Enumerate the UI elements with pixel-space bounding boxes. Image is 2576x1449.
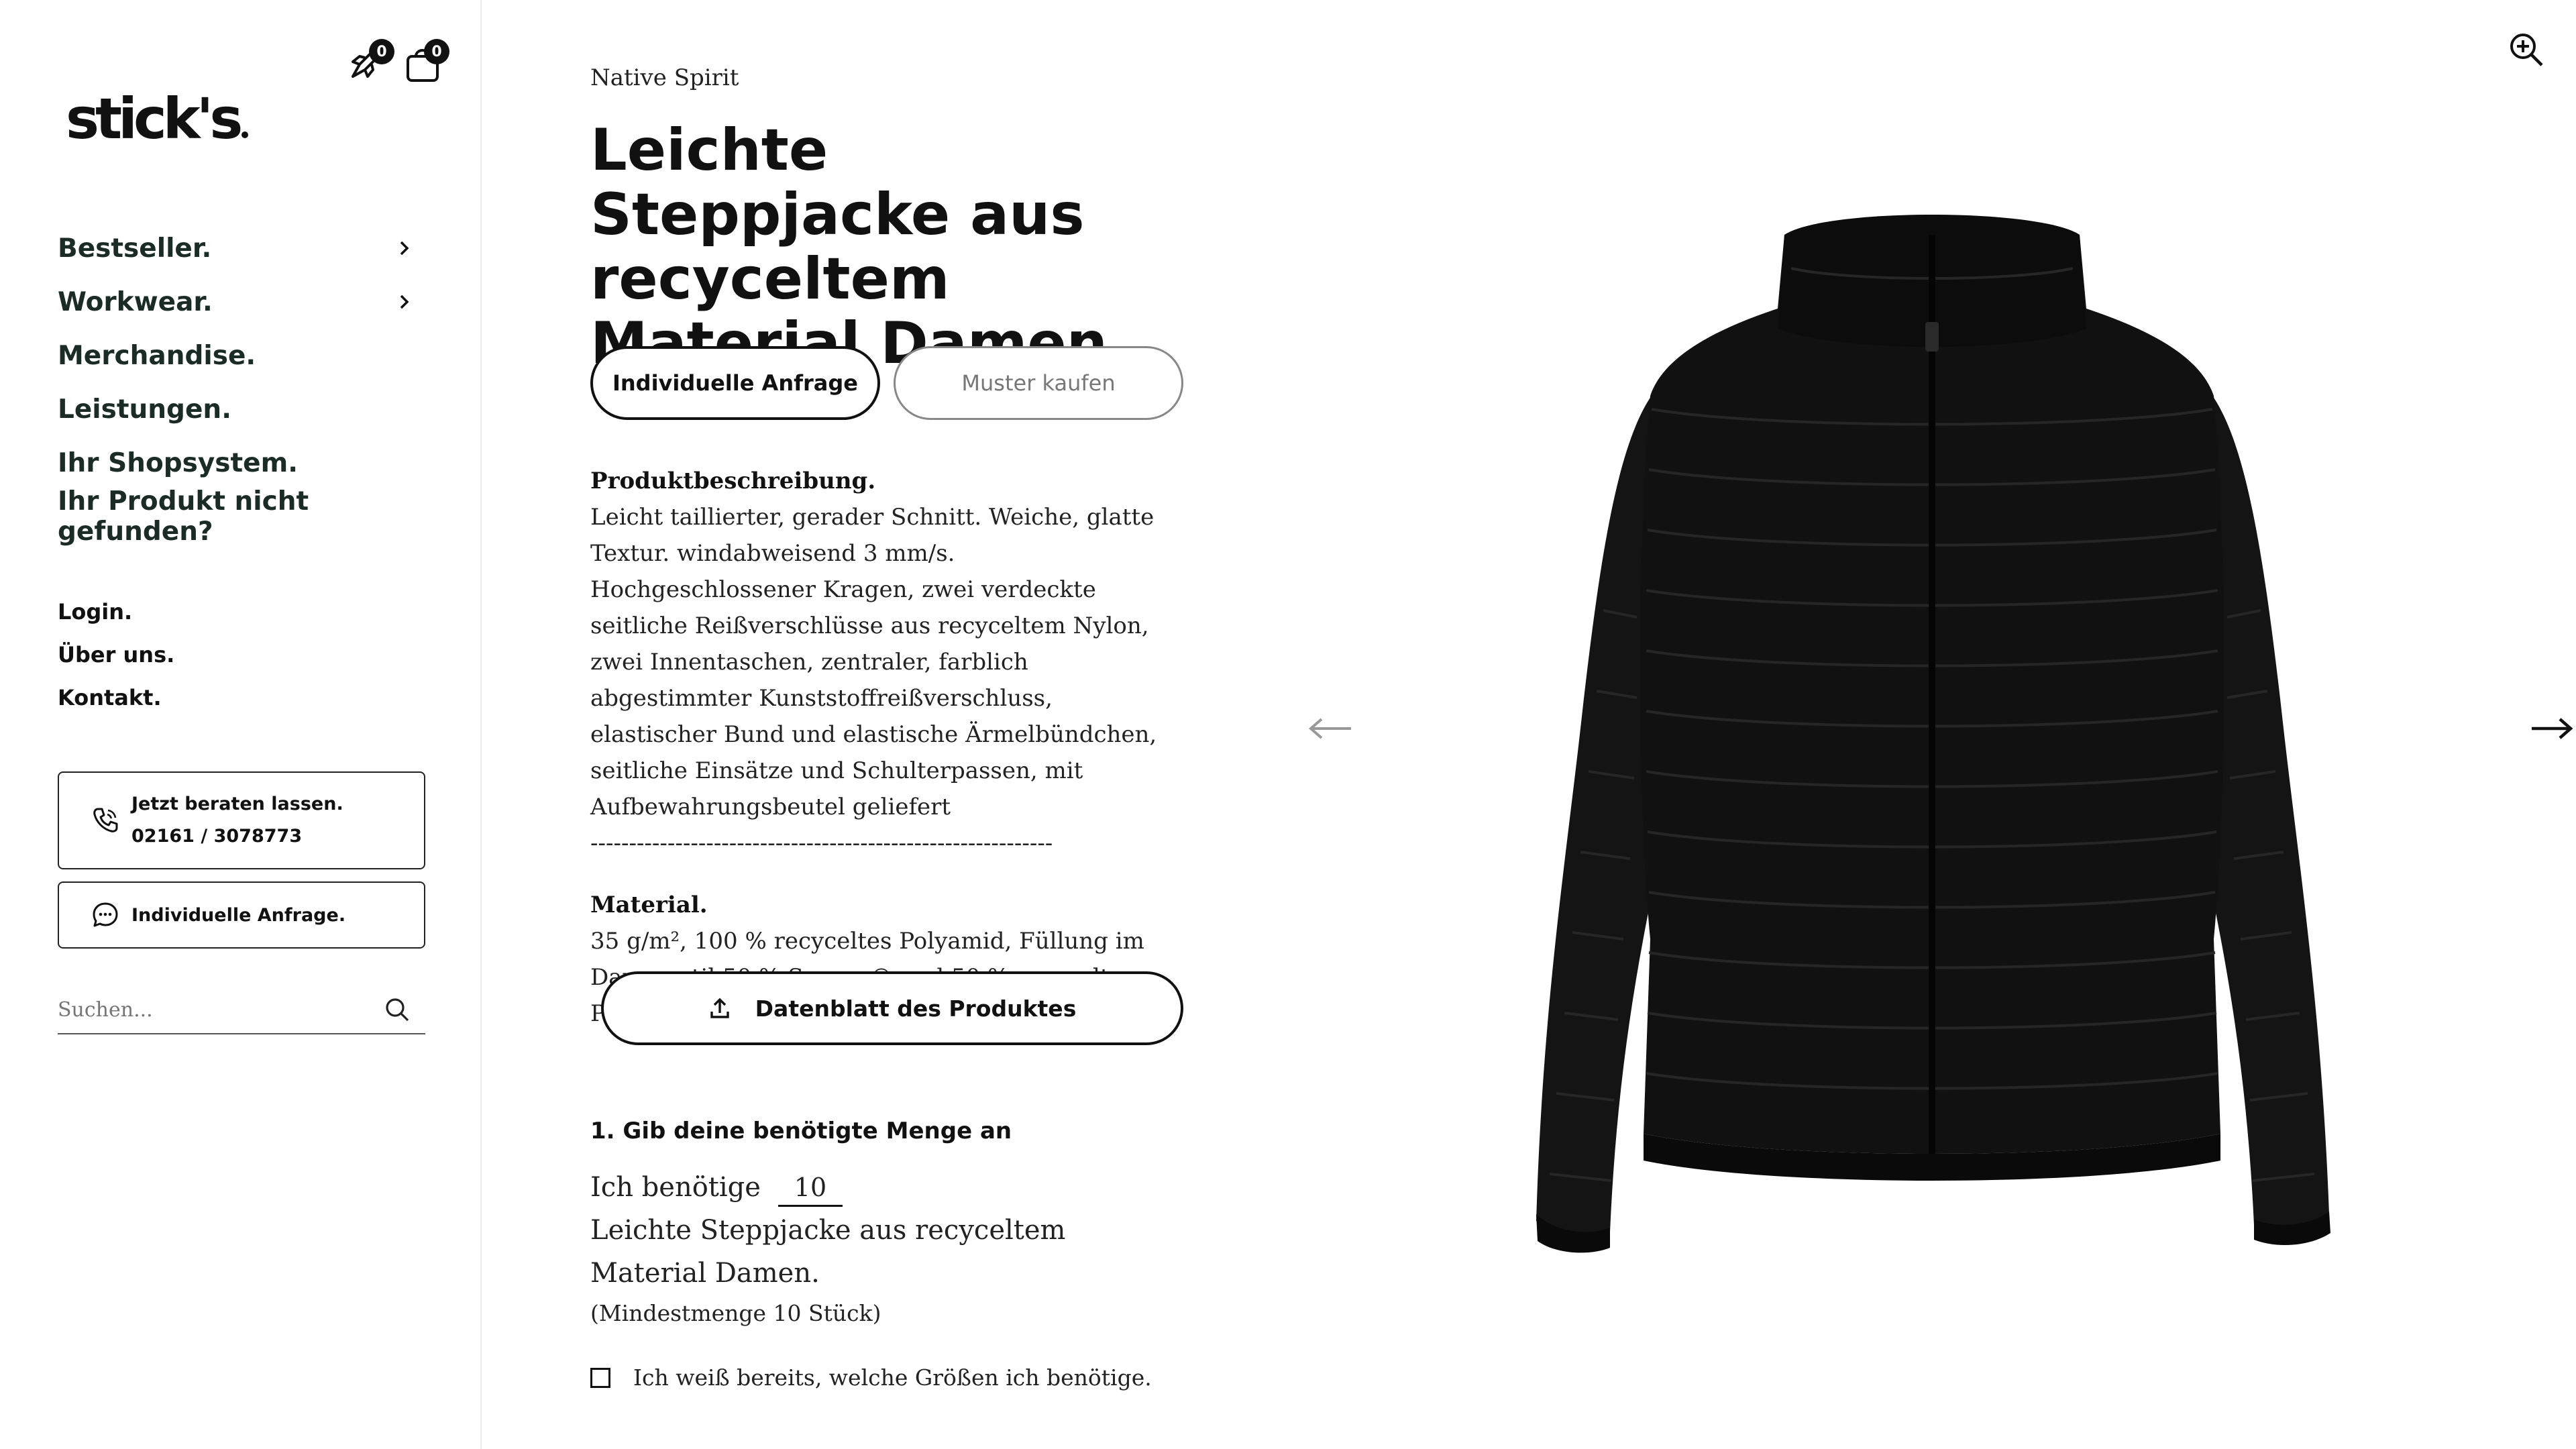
nav-item-leistungen[interactable]: Leistungen. [58,382,420,436]
quantity-input[interactable] [777,1173,843,1207]
product-image[interactable] [1503,195,2361,1261]
quantity-suffix: Leichte Steppjacke aus recyceltem Materi… [590,1215,1066,1289]
quantity-sentence: Ich benötige Leichte Steppjacke aus recy… [590,1166,1181,1295]
logo-dot [241,131,249,138]
nav-label: Bestseller. [58,233,212,264]
description-text: Leicht taillierter, gerader Schnitt. Wei… [590,504,1157,820]
sizes-known-checkbox[interactable]: Ich weiß bereits, welche Größen ich benö… [590,1364,1152,1391]
cart-count-badge: 0 [424,39,449,64]
chevron-right-icon [400,241,409,256]
individual-request-pill-button[interactable]: Individuelle Anfrage [590,346,880,420]
product-description: Produktbeschreibung. Leicht taillierter,… [590,463,1181,1032]
search-bar [58,986,425,1034]
search-icon[interactable] [384,996,411,1023]
description-heading: Produktbeschreibung. [590,468,876,494]
nav-label: Leistungen. [58,394,232,425]
nav-item-produkt-nicht-gefunden[interactable]: Ihr Produkt nicht gefunden? [58,486,420,547]
checkbox-box[interactable] [590,1367,610,1388]
arrow-right-icon[interactable] [2529,707,2576,750]
consult-title: Jetzt beraten lassen. [131,794,343,814]
secondary-links: Login. Über uns. Kontakt. [58,590,174,719]
chevron-right-icon [400,294,409,309]
buy-sample-button[interactable]: Muster kaufen [894,346,1183,420]
about-link[interactable]: Über uns. [58,633,174,676]
quantity-step-heading: 1. Gib deine benötigte Menge an [590,1118,1012,1144]
logo-text: stick's [66,86,243,152]
nav-item-workwear[interactable]: Workwear. [58,275,420,329]
nav-item-bestseller[interactable]: Bestseller. [58,221,420,275]
sidebar: stick's 0 0 Bestseller. Workwear. Mercha… [0,0,482,1449]
chat-bubble-icon [93,902,118,927]
minimum-quantity-note: (Mindestmenge 10 Stück) [590,1300,881,1326]
datasheet-button[interactable]: Datenblatt des Produktes [601,971,1183,1045]
individual-request-button[interactable]: Individuelle Anfrage. [58,881,425,949]
datasheet-label: Datenblatt des Produktes [755,995,1077,1022]
nav-label: Merchandise. [58,340,256,371]
phone-icon [93,808,118,833]
login-link[interactable]: Login. [58,590,174,633]
individual-request-label: Individuelle Anfrage. [131,904,346,926]
logo[interactable]: stick's [66,86,249,152]
nav-item-shopsystem[interactable]: Ihr Shopsystem. [58,436,420,490]
contact-link[interactable]: Kontakt. [58,676,174,719]
nav-label: Workwear. [58,286,213,317]
main-nav: Bestseller. Workwear. Merchandise. Leist… [58,221,420,547]
consult-phone: 02161 / 3078773 [131,826,303,847]
brand-name: Native Spirit [590,64,739,91]
consult-button[interactable]: Jetzt beraten lassen. 02161 / 3078773 [58,771,425,869]
nav-label: Ihr Produkt nicht gefunden? [58,486,309,547]
sizes-known-label: Ich weiß bereits, welche Größen ich benö… [633,1364,1152,1391]
quantity-prefix: Ich benötige [590,1172,761,1203]
description-divider: ----------------------------------------… [590,830,1053,857]
nav-item-merchandise[interactable]: Merchandise. [58,329,420,382]
product-title: Leichte Steppjacke aus recyceltem Materi… [590,117,1108,377]
upload-icon [710,998,729,1018]
search-input[interactable] [58,998,339,1022]
arrow-left-icon[interactable] [1307,707,1354,750]
zoom-in-icon[interactable] [2506,30,2546,70]
material-heading: Material. [590,892,708,918]
nav-label: Ihr Shopsystem. [58,447,299,478]
wishlist-count-badge: 0 [369,39,394,64]
